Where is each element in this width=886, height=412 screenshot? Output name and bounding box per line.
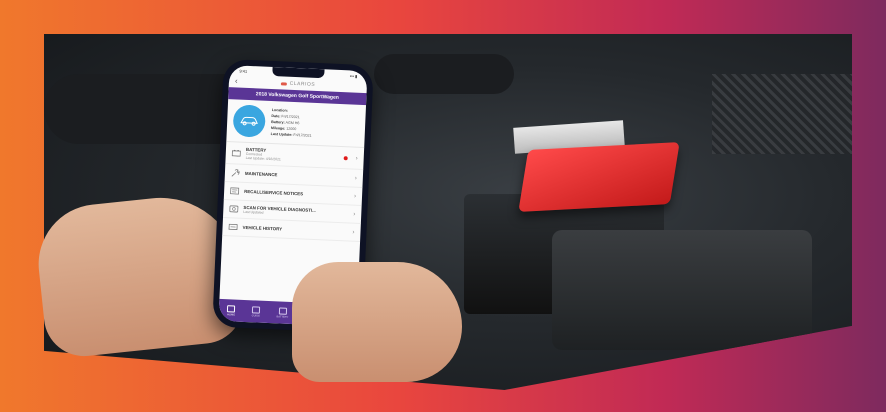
engine-hose [374, 54, 514, 94]
chevron-right-icon: › [352, 229, 355, 236]
chevron-right-icon: › [355, 155, 358, 162]
battery-cover [518, 142, 680, 212]
tab-battery[interactable]: BATTERY [276, 306, 289, 319]
vehicle-info: Location: Date: Fri/17/2021 Battery: AGM… [226, 99, 366, 147]
chevron-right-icon: › [353, 211, 356, 218]
right-hand [292, 262, 462, 382]
guide-icon [251, 305, 261, 314]
home-icon [227, 304, 236, 313]
tab-home[interactable]: HOME [227, 304, 236, 317]
battery-icon [231, 148, 241, 157]
menu-list: BATTERY Connected Last Update: 4/18/2021… [222, 141, 365, 242]
brand-name: CLARIOS [289, 80, 316, 88]
menu-item-text: MAINTENANCE [245, 171, 350, 181]
back-arrow-icon[interactable]: ‹ [235, 76, 239, 85]
menu-item-label: RECALL/SERVICE NOTICES [244, 188, 304, 197]
history-icon [228, 222, 238, 231]
menu-item-label: VEHICLE HISTORY [242, 224, 283, 232]
tab-label: BATTERY [276, 314, 289, 319]
menu-item-text: RECALL/SERVICE NOTICES [244, 189, 349, 199]
car-icon [232, 104, 266, 138]
tab-guide[interactable]: GUIDE [251, 305, 261, 318]
tab-label: HOME [227, 312, 236, 317]
engine-grille [712, 74, 852, 154]
alert-dot [343, 155, 348, 160]
tab-label: GUIDE [251, 313, 260, 318]
engine-panel [552, 230, 812, 350]
menu-item-text: VEHICLE HISTORY [242, 225, 347, 235]
info-line: Last Update: Fri/17/2021 [270, 131, 312, 138]
chevron-right-icon: › [353, 193, 357, 200]
menu-item-label: MAINTENANCE [244, 170, 278, 178]
diagnostic-icon [229, 204, 239, 213]
wrench-icon [231, 168, 240, 177]
vehicle-details: Location: Date: Fri/17/2021 Battery: AGM… [271, 107, 313, 139]
notice-icon [230, 186, 240, 195]
menu-item-text: BATTERY Connected Last Update: 4/18/2021 [246, 147, 339, 164]
chevron-right-icon: › [354, 175, 357, 182]
clarios-logo-icon [280, 81, 287, 86]
menu-item-text: SCAN FOR VEHICLE DIAGNOSTI... Last Updat… [243, 205, 348, 219]
battery-tab-icon [278, 306, 287, 315]
